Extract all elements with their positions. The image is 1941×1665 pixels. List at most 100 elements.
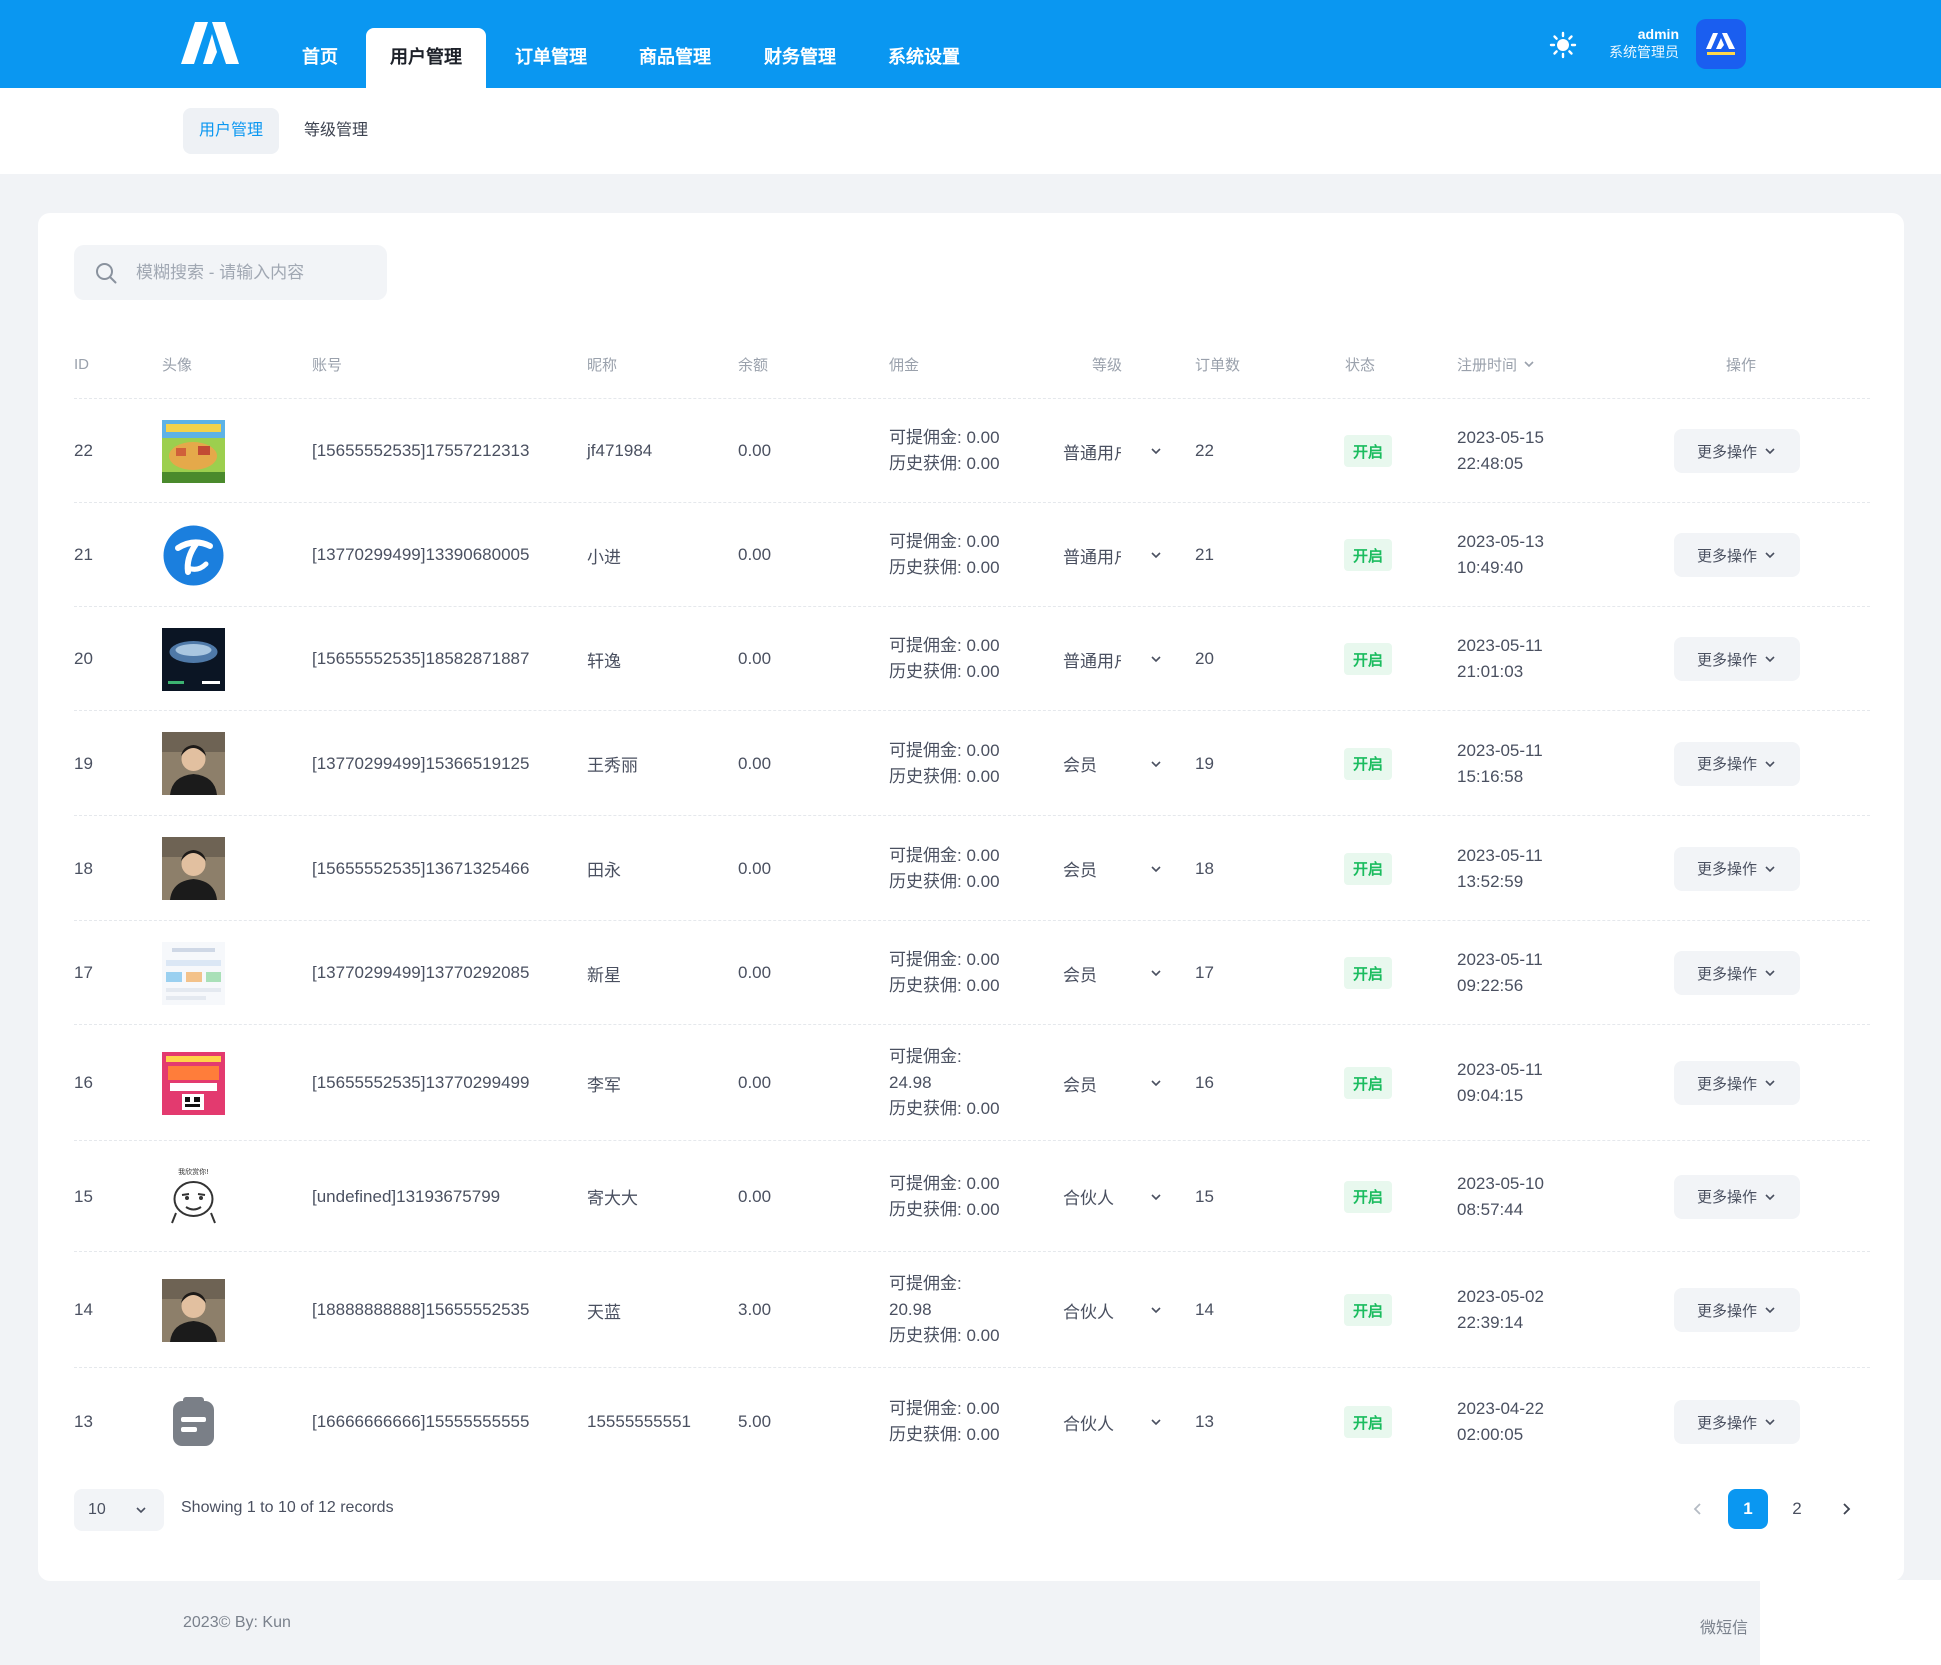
more-actions-button[interactable]: 更多操作	[1674, 846, 1800, 891]
cell-commission: 可提佣金: 0.00 历史获佣: 0.00	[889, 1141, 1000, 1252]
more-actions-button[interactable]: 更多操作	[1674, 1061, 1800, 1105]
history-value: 0.00	[966, 1425, 1000, 1444]
header-register-time[interactable]: 注册时间	[1457, 353, 1535, 375]
cell-nickname: 王秀丽	[587, 756, 638, 775]
cell-id: 17	[74, 963, 93, 982]
cell-commission: 可提佣金: 0.00 历史获佣: 0.00	[889, 503, 1000, 607]
level-value: 合伙人	[1063, 1414, 1114, 1434]
chevron-down-icon	[1143, 1415, 1163, 1429]
more-actions-button[interactable]: 更多操作	[1674, 1288, 1800, 1332]
search-input[interactable]	[136, 262, 376, 283]
history-label: 历史获佣:	[889, 766, 962, 786]
earth-photo-avatar	[162, 627, 225, 691]
header-status: 状态	[1345, 356, 1376, 374]
register-date: 2023-05-11	[1457, 845, 1543, 865]
chevron-down-icon	[1757, 966, 1777, 980]
cell-balance: 0.00	[738, 649, 772, 668]
table-row: 15 我欣赏你! [undefined]13193675799 寄大大 0.00 可提佣金…	[74, 1140, 1870, 1251]
nav-home[interactable]: 首页	[278, 28, 362, 88]
page-size-select[interactable]: 10	[74, 1489, 164, 1531]
subnav-user-management[interactable]: 用户管理	[183, 108, 280, 154]
more-actions-button[interactable]: 更多操作	[1674, 637, 1800, 681]
cell-account: [16666666666]15555555555	[312, 1412, 530, 1431]
register-time: 09:04:15	[1457, 1086, 1524, 1105]
register-date: 2023-05-15	[1457, 428, 1544, 447]
table-row: 14 [18888888888]15655552535 天蓝 3.00 可提佣金: 20.…	[74, 1251, 1870, 1367]
header-nickname: 昵称	[587, 356, 618, 374]
nav-finance-management[interactable]: 财务管理	[740, 28, 860, 88]
level-value: 会员	[1063, 756, 1097, 775]
level-select[interactable]: 普通用户	[1063, 431, 1163, 471]
more-actions-button[interactable]: 更多操作	[1674, 533, 1800, 577]
more-actions-button[interactable]: 更多操作	[1674, 741, 1800, 786]
history-value: 0.00	[966, 558, 1000, 577]
nav-order-management[interactable]: 订单管理	[491, 28, 611, 88]
cell-balance: 0.00	[738, 1073, 772, 1092]
chevron-down-icon	[1143, 1303, 1163, 1317]
withdrawable-value: 0.00	[966, 1399, 1000, 1418]
status-badge: 开启	[1344, 852, 1392, 885]
cell-id: 19	[74, 753, 93, 773]
cell-nickname: 15555555551	[587, 1412, 692, 1431]
level-select[interactable]: 会员	[1063, 1063, 1163, 1103]
user-avatar[interactable]	[1696, 19, 1746, 69]
cell-id: 16	[74, 1073, 93, 1092]
cell-id: 22	[74, 441, 93, 460]
next-page-button[interactable]	[1826, 1489, 1866, 1529]
more-actions-label: 更多操作	[1696, 1189, 1757, 1206]
cell-nickname: jf471984	[587, 441, 653, 460]
cell-id: 18	[74, 858, 93, 878]
cell-commission: 可提佣金: 0.00 历史获佣: 0.00	[889, 399, 1000, 503]
level-select[interactable]: 合伙人	[1063, 1290, 1163, 1330]
chevron-down-icon	[1757, 1303, 1777, 1317]
level-select[interactable]: 会员	[1063, 849, 1163, 889]
nav-product-management[interactable]: 商品管理	[615, 28, 735, 88]
level-select[interactable]: 合伙人	[1063, 1402, 1163, 1442]
svg-text:我欣赏你!: 我欣赏你!	[178, 1167, 209, 1176]
register-time: 09:22:56	[1457, 976, 1524, 995]
page-size-value: 10	[88, 1501, 106, 1518]
header-account: 账号	[312, 356, 343, 374]
chevron-down-icon	[1757, 444, 1777, 458]
history-label: 历史获佣:	[889, 976, 962, 995]
chevron-down-icon	[1143, 444, 1163, 458]
nav-system-settings[interactable]: 系统设置	[864, 28, 984, 88]
cell-commission: 可提佣金: 0.00 历史获佣: 0.00	[889, 607, 1000, 711]
cell-balance: 0.00	[738, 753, 772, 773]
cell-orders: 21	[1195, 545, 1214, 564]
level-select[interactable]: 普通用户	[1063, 639, 1163, 679]
level-select[interactable]: 普通用户	[1063, 535, 1163, 575]
prev-page-button[interactable]	[1678, 1489, 1718, 1529]
search-box[interactable]	[74, 245, 387, 300]
level-select[interactable]: 合伙人	[1063, 1177, 1163, 1217]
header-actions: 操作	[1726, 356, 1757, 374]
chevron-down-icon	[1757, 652, 1777, 666]
page-1-button[interactable]: 1	[1728, 1489, 1768, 1529]
page-2-button[interactable]: 2	[1777, 1489, 1817, 1529]
more-actions-label: 更多操作	[1696, 1075, 1757, 1093]
withdrawable-label: 可提佣金:	[889, 636, 962, 655]
cell-orders: 16	[1195, 1073, 1214, 1092]
nav-user-management[interactable]: 用户管理	[366, 28, 486, 88]
cell-balance: 0.00	[738, 963, 772, 982]
meme-face-avatar: 我欣赏你!	[162, 1165, 225, 1228]
more-actions-button[interactable]: 更多操作	[1674, 429, 1800, 473]
footer-copyright: 2023© By: Kun	[183, 1614, 291, 1631]
default-avatar-icon-avatar	[162, 1390, 225, 1454]
status-badge: 开启	[1344, 1294, 1392, 1326]
more-actions-button[interactable]: 更多操作	[1674, 1174, 1800, 1219]
subnav-level-management[interactable]: 等级管理	[288, 108, 384, 154]
withdrawable-label: 可提佣金:	[889, 532, 962, 551]
cell-commission: 可提佣金: 0.00 历史获佣: 0.00	[889, 1368, 1000, 1476]
level-select[interactable]: 会员	[1063, 744, 1163, 784]
more-actions-label: 更多操作	[1696, 756, 1757, 773]
history-value: 0.00	[966, 454, 1000, 473]
sort-chevron-down-icon[interactable]	[1523, 358, 1535, 370]
level-select[interactable]: 会员	[1063, 953, 1163, 993]
more-actions-button[interactable]: 更多操作	[1674, 951, 1800, 995]
logo-icon[interactable]	[181, 22, 239, 64]
sun-icon[interactable]	[1549, 31, 1577, 59]
level-value: 会员	[1063, 861, 1097, 880]
person-photo-avatar	[162, 732, 225, 795]
more-actions-button[interactable]: 更多操作	[1674, 1400, 1800, 1444]
